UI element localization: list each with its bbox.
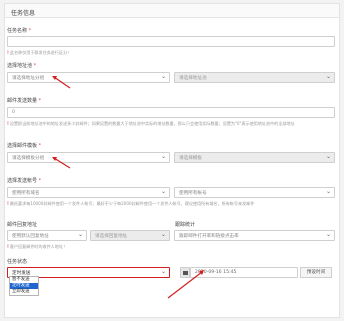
task-name-hint: !此名称仅用于群发任务进行区分！	[7, 50, 72, 55]
send-count-hint: !设置即当前地址池中的地址发送多少封邮件；如果设置的数量大于地址池中实际的地址数…	[7, 121, 295, 126]
address-group-select[interactable]: 请选择地址分组	[7, 72, 170, 83]
sender-domain-select[interactable]: 使用所有域名	[7, 187, 170, 198]
panel-title: 任务信息	[5, 4, 339, 18]
send-count-label: 邮件发送数量 *	[7, 98, 42, 104]
template-select[interactable]: 请选择模板	[174, 152, 335, 163]
status-label: 任务状态	[7, 259, 28, 265]
template-group-select[interactable]: 请选择模板分组	[7, 152, 170, 163]
tracking-select[interactable]: 跟踪邮件打开率和链接点击率	[174, 230, 335, 241]
tracking-label: 跟踪统计	[175, 222, 196, 228]
task-name-input[interactable]	[7, 36, 335, 47]
status-option-immediate[interactable]: 立即发送	[10, 289, 38, 295]
reply-mode-select[interactable]: 使用默认回复地址	[7, 230, 87, 241]
datetime-input[interactable]: 2020-09-16 15:45	[190, 267, 298, 278]
status-dropdown: 暂不发送 定时发送 立即发送	[9, 276, 39, 296]
reply-hint: !客户回复邮件时的收件人地址！	[7, 244, 68, 249]
address-pool-select[interactable]: 请选择地址池	[174, 72, 335, 83]
address-pool-label: 选择地址池 *	[7, 63, 37, 69]
preset-time-button[interactable]: 预设时间	[300, 267, 332, 278]
template-label: 选择邮件模板 *	[7, 143, 42, 149]
send-count-input[interactable]: 0	[7, 107, 335, 118]
reply-address-select[interactable]: 请选择回复地址	[90, 230, 170, 241]
reply-label: 邮件回复地址	[7, 222, 38, 228]
calendar-icon[interactable]	[180, 267, 190, 278]
sender-account-select[interactable]: 使用所有帐号	[174, 187, 335, 198]
task-name-label: 任务名称 *	[7, 28, 32, 34]
sender-label: 选择发送帐号 *	[7, 178, 42, 184]
sender-hint: !最低要求每10000封邮件使用一个发件人帐号；最好不少于每2000封邮件使用一…	[7, 201, 255, 206]
